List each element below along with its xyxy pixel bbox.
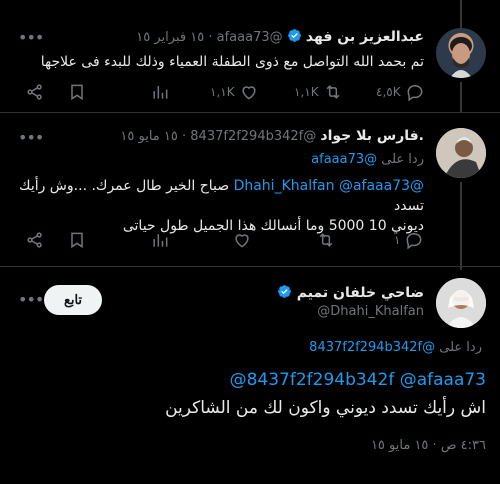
tweet-date[interactable]: ١٥ فبراير ١٥ (136, 30, 204, 45)
avatar[interactable] (436, 278, 486, 328)
avatar[interactable] (436, 128, 486, 178)
bookmark-icon (71, 84, 83, 101)
bookmark-icon (71, 232, 83, 249)
heart-icon (242, 86, 256, 100)
thread-line-2 (460, 182, 462, 270)
heart-icon (235, 234, 249, 248)
like-button[interactable] (232, 230, 252, 250)
reply-icon (407, 84, 423, 102)
tweet-timestamp[interactable]: ٤:٣٦ ص · ١٥ مايو ١٥ (186, 438, 486, 453)
handle[interactable]: @Dhahi_Khalfan (317, 304, 424, 319)
verified-badge-icon (287, 29, 301, 42)
tweet-header: .فارس بلا جواد @8437f2f294b342f · ١٥ ماي… (120, 128, 424, 144)
reply-to-link[interactable]: @8437f2f294b342f (309, 340, 435, 355)
retweet-count: ١,١K (294, 85, 319, 99)
avatar[interactable] (436, 28, 486, 78)
more-options-icon[interactable]: ••• (18, 290, 44, 310)
reply-count: ٤,٥K (376, 85, 401, 99)
author-name-row: ضاحي خلفان تميم (184, 284, 424, 301)
retweet-icon (319, 233, 333, 247)
divider (0, 112, 500, 113)
bookmark-button[interactable] (67, 230, 87, 250)
mention-link[interactable]: @afaaa73 (339, 178, 410, 194)
views-icon (153, 86, 168, 99)
like-button[interactable]: ١,١K (210, 82, 259, 102)
views-button[interactable] (150, 230, 170, 250)
retweet-button[interactable] (316, 230, 336, 250)
display-name[interactable]: .فارس بلا جواد (320, 128, 424, 144)
share-button[interactable] (25, 230, 45, 250)
reply-count: ١ (394, 233, 401, 247)
divider (0, 266, 500, 267)
retweet-button[interactable]: ١,١K (294, 82, 343, 102)
like-count: ١,١K (210, 85, 235, 99)
display-name[interactable]: ضاحي خلفان تميم (297, 285, 424, 301)
verified-badge-icon (278, 285, 292, 298)
share-icon (27, 84, 42, 100)
more-options-icon[interactable]: ••• (18, 28, 44, 48)
tweet-date[interactable]: ١٥ مايو ١٥ (120, 129, 177, 144)
share-icon (27, 232, 42, 248)
reply-button[interactable]: ١ (394, 230, 424, 250)
reply-to-link[interactable]: @afaaa73 (311, 152, 377, 167)
follow-button[interactable]: تابع (44, 285, 102, 315)
views-icon (153, 234, 168, 247)
handle[interactable]: @8437f2f294b342f (190, 129, 316, 144)
display-name[interactable]: عبدالعزيز بن فهد (306, 29, 424, 45)
thread-line-top (460, 0, 462, 28)
tweet-text: @Dhahi_Khalfan @afaaa73 صباح الخير طال ع… (19, 178, 424, 234)
thread-line-1 (460, 82, 462, 112)
views-button[interactable] (150, 82, 170, 102)
retweet-icon (326, 85, 339, 99)
avatar-image (436, 128, 486, 178)
reply-button[interactable]: ٤,٥K (376, 82, 425, 102)
tweet-text: تم بحمد الله التواصل مع ذوى الطفلة العمي… (40, 54, 424, 70)
reply-icon (407, 232, 422, 250)
mention-links[interactable]: @8437f2f294b342f @afaaa73 (230, 370, 486, 390)
bookmark-button[interactable] (67, 82, 87, 102)
tweet-header: عبدالعزيز بن فهد @afaaa73 · ١٥ فبراير ١٥ (136, 29, 424, 45)
reply-context: ردا على @afaaa73 (311, 152, 424, 167)
avatar-image (436, 278, 486, 328)
share-button[interactable] (25, 82, 45, 102)
more-options-icon[interactable]: ••• (18, 128, 44, 148)
tweet-text: اش رأيك تسدد ديوني واكون لك من الشاكرين (165, 398, 486, 418)
handle[interactable]: @afaaa73 (217, 30, 283, 45)
avatar-image (450, 37, 472, 78)
reply-context: ردا على @8437f2f294b342f (309, 340, 482, 355)
